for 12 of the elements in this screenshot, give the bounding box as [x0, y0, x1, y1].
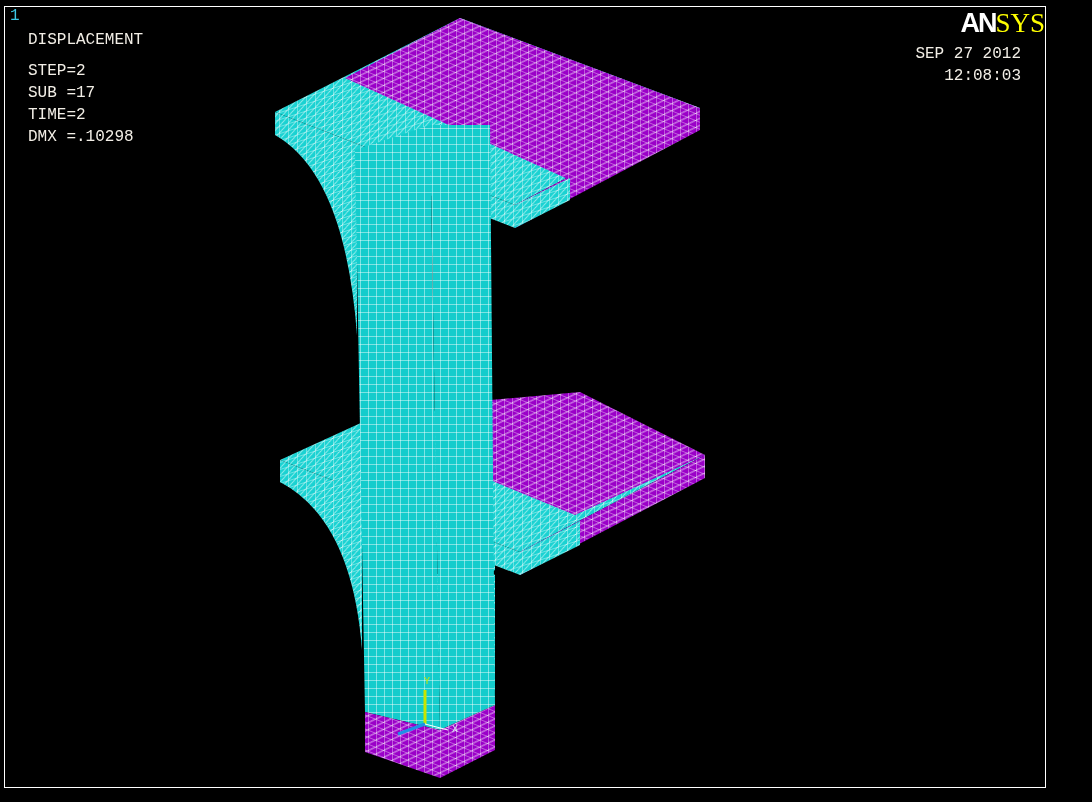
- plot-time: 12:08:03: [944, 66, 1021, 87]
- result-label: SUB =17: [28, 83, 97, 104]
- result-label: DMX =.10298: [28, 127, 135, 148]
- axis-label: X: [452, 724, 458, 735]
- plot-date: SEP 27 2012: [915, 44, 1021, 65]
- result-label: TIME=2: [28, 105, 87, 126]
- result-label: STEP=2: [28, 61, 87, 82]
- axis-triad-drawing: [397, 690, 449, 736]
- ansys-logo: ANSYS: [960, 9, 1045, 37]
- axis-label: Y: [424, 676, 430, 687]
- plot-title: DISPLACEMENT: [28, 30, 144, 50]
- window-number: 1: [10, 7, 21, 25]
